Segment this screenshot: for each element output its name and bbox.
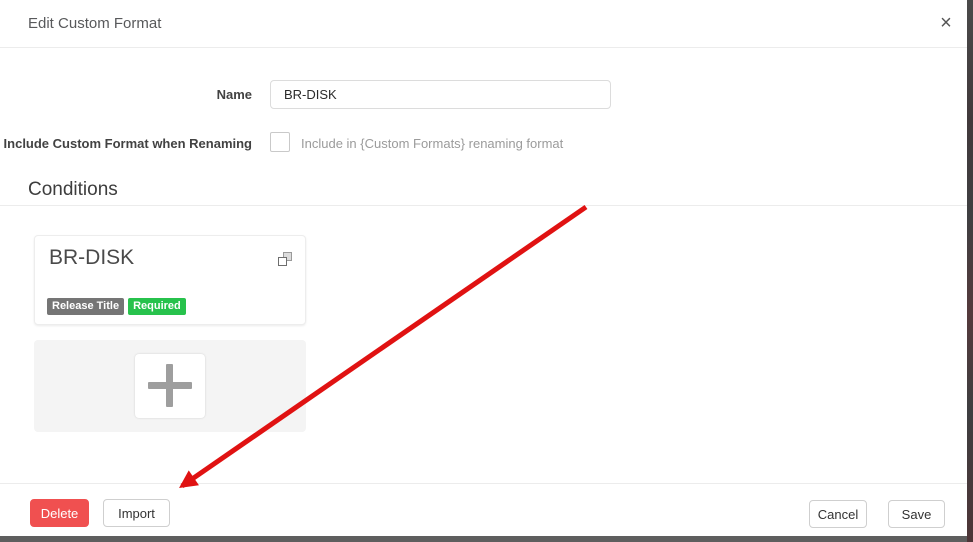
header-divider xyxy=(0,47,967,48)
background-page-edge xyxy=(967,0,973,542)
condition-title: BR-DISK xyxy=(49,246,134,270)
badge-required: Required xyxy=(128,298,186,315)
cancel-button[interactable]: Cancel xyxy=(809,500,867,528)
conditions-divider xyxy=(0,205,967,206)
clone-icon-front xyxy=(278,257,287,266)
clone-icon[interactable] xyxy=(278,252,292,266)
add-condition-card xyxy=(34,340,306,432)
condition-badges: Release Title Required xyxy=(47,298,186,315)
import-button[interactable]: Import xyxy=(103,499,170,527)
add-condition-button[interactable] xyxy=(135,354,205,418)
save-button[interactable]: Save xyxy=(888,500,945,528)
close-icon[interactable]: × xyxy=(933,10,959,36)
footer-divider xyxy=(0,483,967,484)
include-renaming-label: Include Custom Format when Renaming xyxy=(0,136,252,151)
include-renaming-checkbox[interactable] xyxy=(270,132,290,152)
conditions-heading: Conditions xyxy=(28,179,118,201)
edit-custom-format-modal: Edit Custom Format × Name Include Custom… xyxy=(0,0,973,542)
delete-button[interactable]: Delete xyxy=(30,499,89,527)
condition-card[interactable]: BR-DISK Release Title Required xyxy=(34,235,306,325)
plus-icon xyxy=(166,364,173,407)
name-label: Name xyxy=(0,87,252,102)
badge-release-title: Release Title xyxy=(47,298,124,315)
name-input[interactable] xyxy=(270,80,611,109)
include-renaming-help: Include in {Custom Formats} renaming for… xyxy=(301,136,563,151)
modal-title: Edit Custom Format xyxy=(28,15,161,32)
background-page-bottom xyxy=(0,536,967,542)
